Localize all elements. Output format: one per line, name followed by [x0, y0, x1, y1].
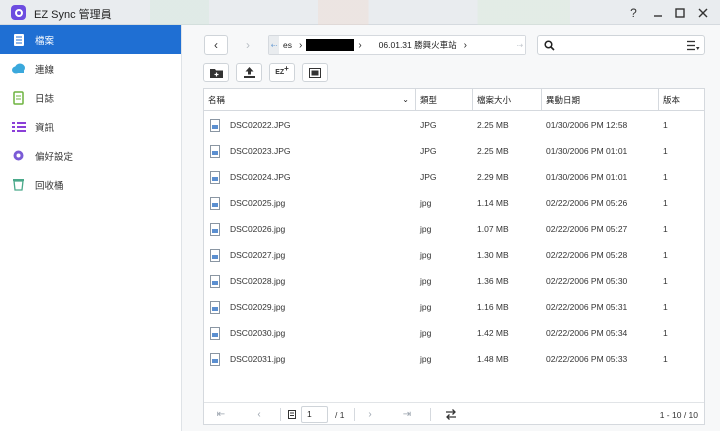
filter-options-icon[interactable] [687, 40, 700, 51]
new-folder-icon [209, 69, 223, 78]
pager-summary: 1 - 10 / 10 [659, 410, 698, 420]
file-table: 名稱 ⌄ 類型 檔案大小 異動日期 版本 DSC02022.JPG JPG 2.25… [203, 88, 705, 425]
page-number-input[interactable]: 1 [301, 406, 328, 423]
breadcrumb-scroll-left[interactable]: ⇠ [269, 36, 279, 54]
chevron-right-icon: › [463, 39, 467, 51]
total-pages: / 1 [335, 410, 345, 420]
chevron-right-icon: › [298, 39, 303, 51]
table-row[interactable]: DSC02028.jpg jpg 1.36 MB 02/22/2006 PM 05:3… [204, 268, 704, 294]
image-file-icon [210, 248, 220, 262]
cloud-icon [11, 61, 26, 76]
table-row[interactable]: DSC02023.JPG JPG 2.25 MB 01/30/2006 PM 01:0… [204, 138, 704, 164]
help-icon[interactable]: ? [625, 4, 642, 21]
table-row[interactable]: DSC02026.jpg jpg 1.07 MB 02/22/2006 PM 05:2… [204, 216, 704, 242]
main-panel: ‹ › ⇠ es › › 06.01.31 勝興火車站 › ⇢ EZ + 名稱 ⌄ [182, 25, 720, 431]
breadcrumb-segment-current[interactable]: 06.01.31 勝興火車站 [365, 39, 461, 51]
files-icon [11, 32, 26, 47]
sidebar-item-label: 日誌 [35, 93, 55, 105]
gear-icon [11, 148, 26, 163]
previous-page-icon[interactable]: ‹ [251, 407, 267, 422]
sidebar-item-connections[interactable]: 連線 [0, 54, 181, 83]
minimize-icon[interactable] [649, 4, 666, 21]
close-icon[interactable] [694, 4, 711, 21]
table-row[interactable]: DSC02031.jpg jpg 1.48 MB 02/22/2006 PM 05:3… [204, 346, 704, 372]
next-page-icon[interactable]: › [362, 407, 378, 422]
maximize-icon[interactable] [671, 4, 688, 21]
pager-divider [280, 408, 281, 421]
sidebar-item-label: 連線 [35, 64, 55, 76]
column-header-version[interactable]: 版本 [659, 89, 704, 111]
table-row[interactable]: DSC02024.JPG JPG 2.29 MB 01/30/2006 PM 01:0… [204, 164, 704, 190]
select-all-button[interactable] [302, 63, 328, 82]
ez-add-button[interactable]: EZ + [269, 63, 295, 82]
table-body: DSC02022.JPG JPG 2.25 MB 01/30/2006 PM 12:5… [204, 112, 704, 372]
image-file-icon [210, 300, 220, 314]
table-row[interactable]: DSC02030.jpg jpg 1.42 MB 02/22/2006 PM 05:3… [204, 320, 704, 346]
sidebar-item-label: 偏好設定 [35, 151, 74, 163]
image-file-icon [210, 326, 220, 340]
page-icon [288, 410, 296, 419]
redacted-segment [306, 39, 355, 51]
sidebar-item-log[interactable]: 日誌 [0, 83, 181, 112]
image-file-icon [210, 170, 220, 184]
image-file-icon [210, 118, 220, 132]
ez-sync-app-icon [11, 5, 26, 20]
info-list-icon [11, 119, 26, 134]
table-header: 名稱 ⌄ 類型 檔案大小 異動日期 版本 [204, 89, 704, 111]
table-row[interactable]: DSC02022.JPG JPG 2.25 MB 01/30/2006 PM 12:5… [204, 112, 704, 138]
recycle-bin-icon [11, 177, 26, 192]
pagination-bar: ⇤ ‹ 1 / 1 › ⇥ 1 - 10 / 10 [204, 402, 704, 425]
column-header-size[interactable]: 檔案大小 [473, 89, 542, 111]
title-bar: EZ Sync 管理員 ? [0, 0, 720, 25]
search-input[interactable] [558, 38, 682, 52]
chevron-right-icon: › [246, 38, 250, 52]
upload-icon [243, 67, 255, 78]
chevron-down-icon[interactable]: ⌄ [402, 89, 409, 111]
title-bar-background [150, 0, 570, 25]
forward-button[interactable]: › [236, 35, 260, 55]
breadcrumb-scroll-right[interactable]: ⇢ [515, 36, 525, 54]
sidebar-item-files[interactable]: 檔案 [0, 25, 181, 54]
image-file-icon [210, 352, 220, 366]
sidebar-item-label: 資訊 [35, 122, 55, 134]
search-icon [544, 40, 555, 51]
chevron-left-icon: ‹ [214, 38, 218, 52]
search-field[interactable] [537, 35, 705, 55]
sidebar-item-label: 回收桶 [35, 180, 64, 192]
breadcrumb-segment[interactable]: es [279, 40, 296, 50]
sidebar-item-label: 檔案 [35, 35, 55, 47]
column-header-date[interactable]: 異動日期 [542, 89, 659, 111]
image-file-icon [210, 196, 220, 210]
chevron-right-icon: › [358, 39, 362, 51]
sidebar-item-recycle-bin[interactable]: 回收桶 [0, 170, 181, 199]
image-file-icon [210, 222, 220, 236]
image-file-icon [210, 144, 220, 158]
sidebar-item-preferences[interactable]: 偏好設定 [0, 141, 181, 170]
ez-add-icon: EZ [275, 69, 285, 76]
upload-button[interactable] [236, 63, 262, 82]
pager-divider [354, 408, 355, 421]
sidebar-item-info[interactable]: 資訊 [0, 112, 181, 141]
last-page-icon[interactable]: ⇥ [399, 407, 415, 422]
column-header-type[interactable]: 類型 [416, 89, 473, 111]
image-file-icon [210, 274, 220, 288]
table-row[interactable]: DSC02025.jpg jpg 1.14 MB 02/22/2006 PM 05:2… [204, 190, 704, 216]
breadcrumb: ⇠ es › › 06.01.31 勝興火車站 › ⇢ [268, 35, 526, 55]
select-all-icon [309, 67, 321, 78]
refresh-icon[interactable] [445, 409, 457, 420]
pager-divider [430, 408, 431, 421]
table-row[interactable]: DSC02029.jpg jpg 1.16 MB 02/22/2006 PM 05:3… [204, 294, 704, 320]
window-title: EZ Sync 管理員 [34, 9, 112, 21]
back-button[interactable]: ‹ [204, 35, 228, 55]
table-row[interactable]: DSC02027.jpg jpg 1.30 MB 02/22/2006 PM 05:2… [204, 242, 704, 268]
new-folder-button[interactable] [203, 63, 229, 82]
log-icon [11, 90, 26, 105]
first-page-icon[interactable]: ⇤ [213, 407, 229, 422]
column-header-name[interactable]: 名稱 ⌄ [204, 89, 416, 111]
sidebar: 檔案 連線 日誌 資訊 偏好設定 回收桶 [0, 25, 182, 431]
